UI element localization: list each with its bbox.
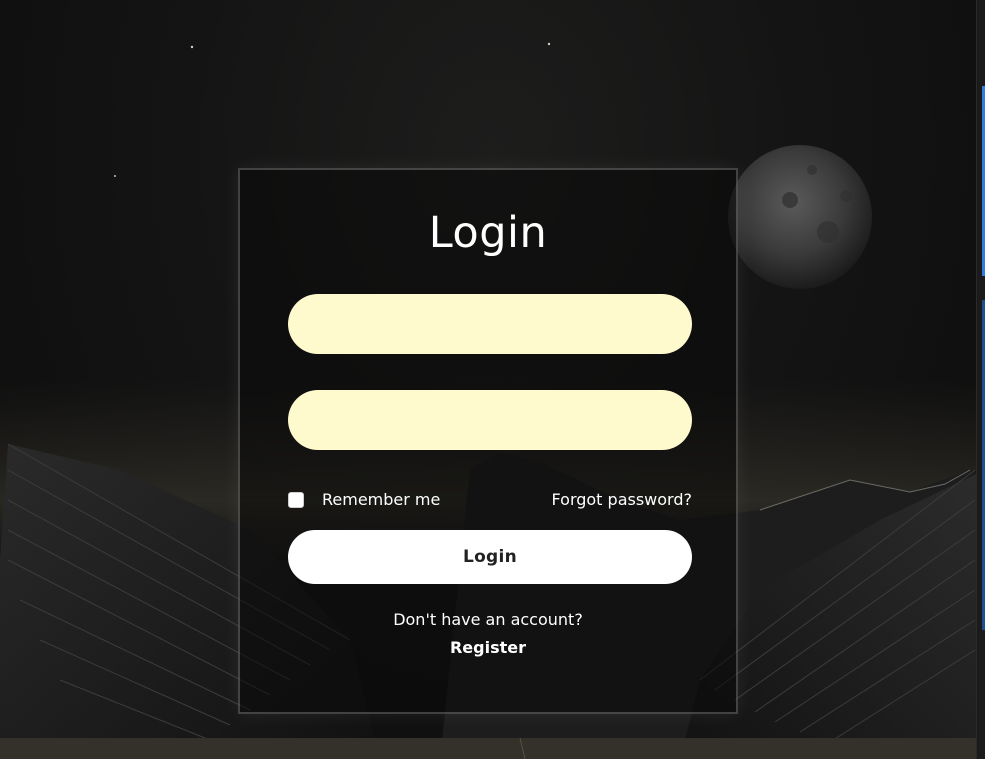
checkbox-icon[interactable] bbox=[288, 491, 304, 508]
login-card: Login Remember me Forgot password? Login… bbox=[238, 168, 738, 714]
login-page: Login Remember me Forgot password? Login… bbox=[0, 0, 985, 759]
login-title: Login bbox=[428, 208, 548, 258]
login-options-row: Remember me Forgot password? bbox=[288, 488, 692, 512]
register-prompt: Don't have an account? bbox=[393, 610, 583, 629]
remember-me-toggle[interactable]: Remember me bbox=[288, 490, 440, 509]
window-scrollbar[interactable] bbox=[976, 0, 985, 759]
login-button[interactable]: Login bbox=[288, 530, 692, 584]
password-input[interactable] bbox=[288, 390, 692, 450]
forgot-password-link[interactable]: Forgot password? bbox=[552, 490, 692, 509]
username-input[interactable] bbox=[288, 294, 692, 354]
moon-shape bbox=[728, 145, 872, 289]
register-link[interactable]: Register bbox=[240, 638, 736, 657]
remember-me-label: Remember me bbox=[322, 490, 441, 509]
